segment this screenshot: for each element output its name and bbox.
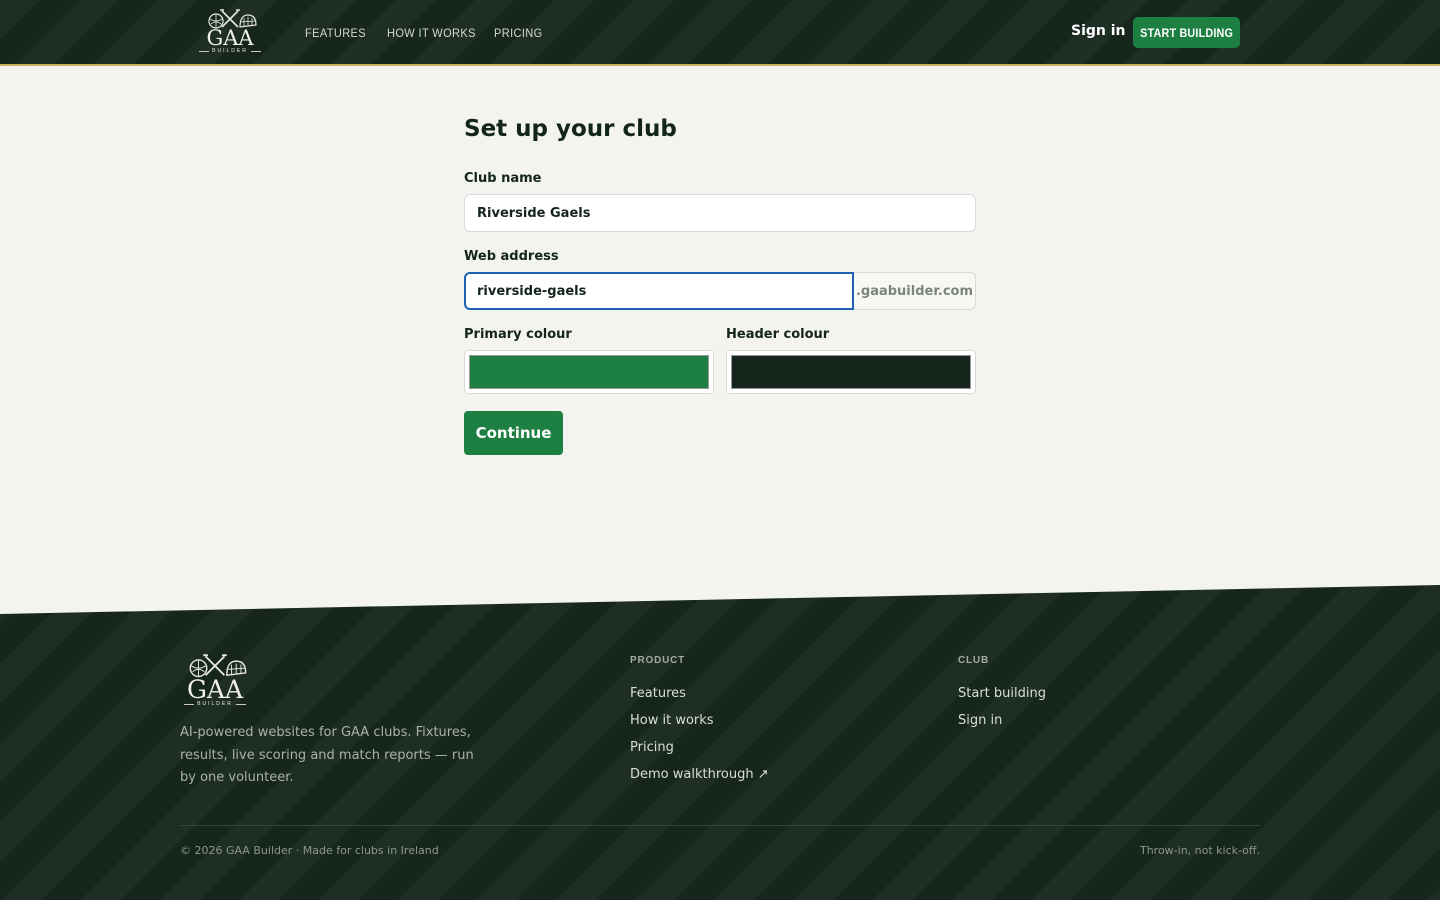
nav-pricing[interactable]: PRICING xyxy=(494,26,543,40)
top-navigation-bar: GAA BUILDER FEATURES HOW IT WORKS PRICIN… xyxy=(0,0,1440,66)
web-address-input[interactable] xyxy=(464,272,854,310)
footer: GAA BUILDER AI-powered websites for GAA … xyxy=(0,585,1440,900)
sign-in-link[interactable]: Sign in xyxy=(1071,23,1126,39)
start-building-label: START BUILDING xyxy=(1140,25,1233,40)
logo-subtitle: BUILDER xyxy=(199,49,261,54)
header-colour-picker[interactable] xyxy=(726,350,976,394)
gaa-builder-logo[interactable]: GAA BUILDER xyxy=(200,9,260,55)
footer-link-pricing[interactable]: Pricing xyxy=(630,740,674,755)
web-address-label: Web address xyxy=(464,249,559,264)
logo-title: GAA xyxy=(206,26,254,50)
footer-divider xyxy=(180,825,1260,826)
primary-colour-label: Primary colour xyxy=(464,327,572,342)
nav-features[interactable]: FEATURES xyxy=(305,26,366,40)
footer-description: AI-powered websites for GAA clubs. Fixtu… xyxy=(180,725,474,785)
footer-tagline: Throw-in, not kick-off. xyxy=(1139,844,1260,857)
continue-button[interactable]: Continue xyxy=(464,411,563,455)
footer-logo-subtitle: BUILDER xyxy=(184,702,246,707)
header-colour-swatch xyxy=(731,355,971,389)
copyright-text: © 2026 GAA Builder · Made for clubs in I… xyxy=(180,844,439,857)
footer-link-start-building[interactable]: Start building xyxy=(958,686,1046,701)
domain-suffix: .gaabuilder.com xyxy=(854,272,976,310)
nav-how-it-works[interactable]: HOW IT WORKS xyxy=(387,26,476,40)
header-colour-label: Header colour xyxy=(726,327,830,342)
footer-product-heading: PRODUCT xyxy=(630,655,686,666)
footer-logo-title: GAA xyxy=(186,675,244,704)
footer-link-features[interactable]: Features xyxy=(630,686,686,701)
start-building-button[interactable]: START BUILDING xyxy=(1133,17,1240,48)
page-title: Set up your club xyxy=(464,116,677,142)
footer-link-sign-in[interactable]: Sign in xyxy=(958,713,1002,728)
footer-link-how-it-works[interactable]: How it works xyxy=(630,713,714,728)
primary-colour-swatch xyxy=(469,355,709,389)
footer-logo[interactable]: GAA BUILDER xyxy=(180,654,250,708)
footer-club-heading: CLUB xyxy=(958,655,989,666)
footer-link-demo-walkthrough[interactable]: Demo walkthrough ↗ xyxy=(630,767,769,782)
club-name-label: Club name xyxy=(464,171,542,186)
club-name-input[interactable] xyxy=(464,194,976,232)
primary-colour-picker[interactable] xyxy=(464,350,714,394)
